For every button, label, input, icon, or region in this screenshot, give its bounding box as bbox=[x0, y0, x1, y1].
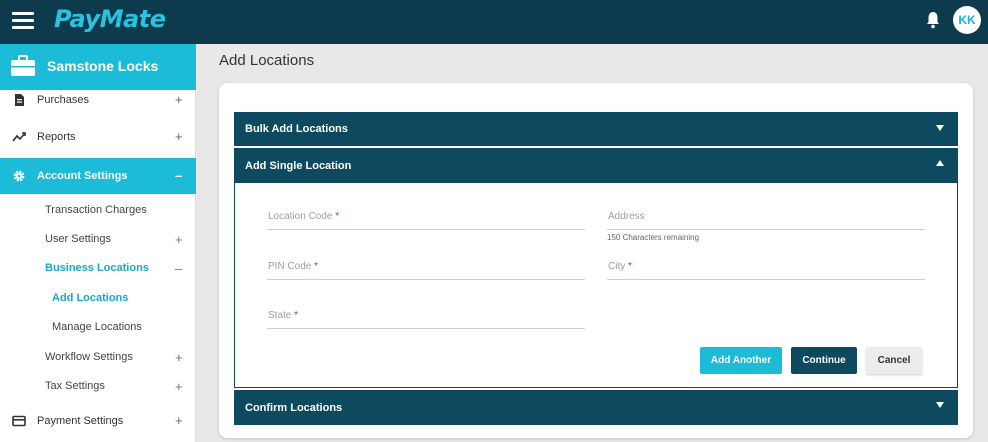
placeholder-text: State bbox=[268, 310, 292, 321]
document-icon bbox=[15, 94, 24, 106]
sidebar-item-account-settings[interactable]: Account Settings – bbox=[0, 158, 196, 194]
card-icon bbox=[12, 415, 26, 427]
sidebar-subitem-transaction-charges[interactable]: Transaction Charges bbox=[45, 204, 147, 216]
expand-icon[interactable]: + bbox=[175, 413, 183, 428]
briefcase-icon bbox=[11, 55, 35, 76]
add-another-button[interactable]: Add Another bbox=[700, 347, 782, 374]
sidebar-item-payment-settings[interactable]: Payment Settings + bbox=[0, 408, 196, 434]
placeholder-text: Location Code bbox=[268, 211, 333, 222]
chevron-down-icon bbox=[936, 402, 944, 408]
sidebar-subitem-manage-locations[interactable]: Manage Locations bbox=[52, 321, 142, 333]
bell-icon[interactable] bbox=[926, 11, 940, 29]
sidebar-item-label: Account Settings bbox=[37, 170, 128, 182]
sidebar-item-label: Payment Settings bbox=[37, 415, 124, 427]
menu-icon[interactable] bbox=[12, 12, 34, 30]
org-name: Samstone Locks bbox=[47, 58, 159, 74]
required-marker: * bbox=[628, 261, 632, 272]
sidebar: Samstone Locks Purchases + Reports + Acc… bbox=[0, 44, 196, 442]
sidebar-item-label: Reports bbox=[37, 131, 76, 143]
placeholder-text: City bbox=[608, 261, 626, 272]
section-confirm-header[interactable]: Confirm Locations bbox=[234, 390, 958, 425]
sidebar-item-label: Purchases bbox=[37, 94, 89, 106]
chevron-down-icon bbox=[936, 125, 944, 131]
continue-button[interactable]: Continue bbox=[791, 347, 857, 374]
collapse-icon[interactable]: – bbox=[175, 168, 182, 183]
address-placeholder: Address bbox=[608, 211, 645, 222]
address-field[interactable]: Address bbox=[607, 202, 925, 230]
chevron-up-icon bbox=[936, 160, 944, 166]
city-placeholder: City * bbox=[608, 261, 632, 272]
sidebar-subitem-user-settings[interactable]: User Settings bbox=[45, 233, 111, 245]
sidebar-item-purchases[interactable]: Purchases + bbox=[0, 90, 196, 114]
location-code-field[interactable]: Location Code * bbox=[267, 202, 585, 230]
expand-icon[interactable]: + bbox=[175, 129, 183, 144]
section-title: Confirm Locations bbox=[245, 402, 343, 414]
pin-code-field[interactable]: PIN Code * bbox=[267, 252, 585, 280]
sidebar-subitem-tax-settings[interactable]: Tax Settings bbox=[45, 380, 105, 392]
section-title: Bulk Add Locations bbox=[245, 123, 348, 135]
sidebar-subitem-business-locations[interactable]: Business Locations bbox=[45, 262, 149, 274]
expand-icon[interactable]: + bbox=[175, 379, 183, 394]
section-title: Add Single Location bbox=[245, 160, 352, 172]
required-marker: * bbox=[335, 211, 340, 222]
org-header[interactable]: Samstone Locks bbox=[0, 44, 196, 90]
address-char-counter: 150 Characters remaining bbox=[607, 233, 700, 242]
top-bar: PayMate KK bbox=[0, 0, 988, 44]
required-marker: * bbox=[294, 310, 299, 321]
app-logo[interactable]: PayMate bbox=[54, 5, 166, 33]
pin-code-placeholder: PIN Code * bbox=[268, 261, 318, 272]
required-marker: * bbox=[314, 261, 319, 272]
state-placeholder: State * bbox=[268, 310, 298, 321]
expand-icon[interactable]: + bbox=[175, 92, 183, 107]
user-avatar[interactable]: KK bbox=[953, 6, 981, 34]
section-add-single-header[interactable]: Add Single Location bbox=[234, 148, 958, 183]
state-field[interactable]: State * bbox=[267, 301, 585, 329]
city-field[interactable]: City * bbox=[607, 252, 925, 280]
location-code-placeholder: Location Code * bbox=[268, 211, 339, 222]
expand-icon[interactable]: + bbox=[175, 350, 183, 365]
expand-icon[interactable]: + bbox=[175, 232, 183, 247]
section-bulk-add-header[interactable]: Bulk Add Locations bbox=[234, 112, 958, 146]
sidebar-subitem-workflow-settings[interactable]: Workflow Settings bbox=[45, 351, 133, 363]
collapse-icon[interactable]: – bbox=[175, 261, 182, 276]
placeholder-text: PIN Code bbox=[268, 261, 312, 272]
gear-icon bbox=[13, 170, 25, 182]
sidebar-item-reports[interactable]: Reports + bbox=[0, 126, 196, 150]
cancel-button[interactable]: Cancel bbox=[866, 347, 922, 374]
sidebar-subitem-add-locations[interactable]: Add Locations bbox=[52, 292, 128, 304]
trend-icon bbox=[12, 132, 26, 142]
page-title: Add Locations bbox=[219, 52, 315, 69]
